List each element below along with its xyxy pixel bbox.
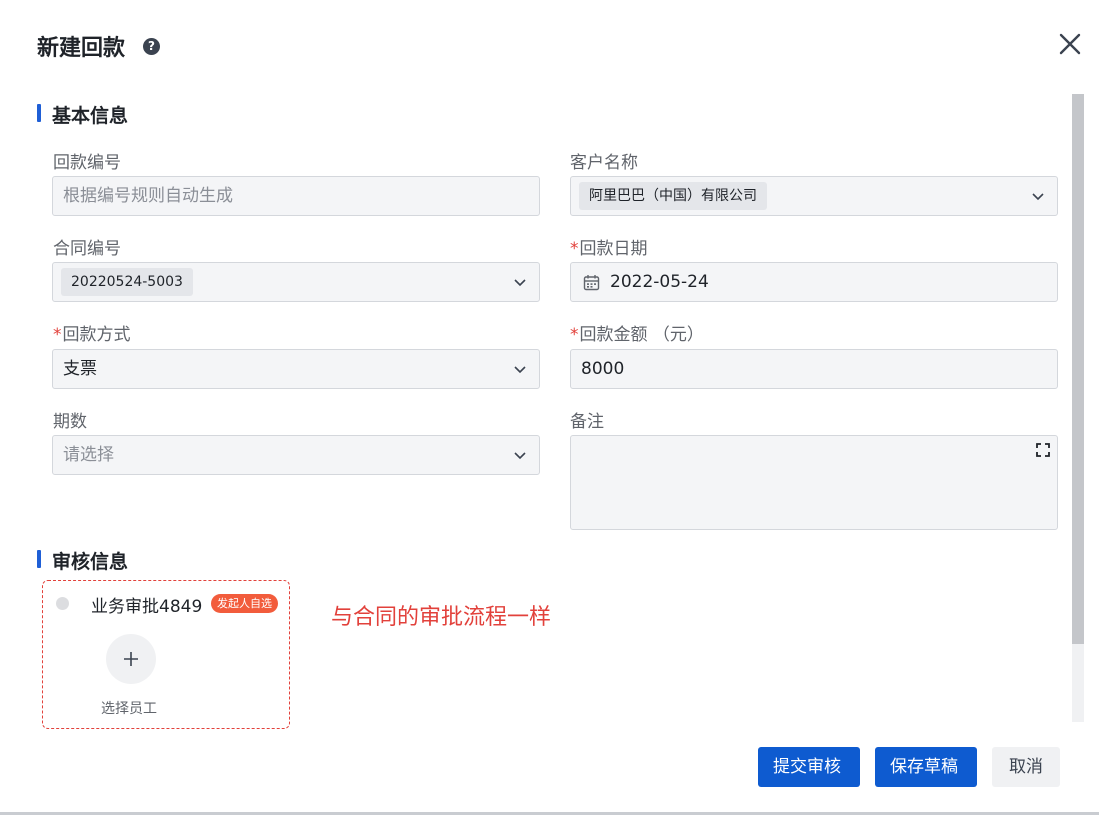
payment-method-label: *回款方式	[53, 320, 131, 345]
payment-method-value: 支票	[63, 359, 97, 379]
payment-method-label-text: 回款方式	[62, 325, 131, 345]
payment-amount-label: *回款金额 （元）	[570, 320, 704, 345]
approval-annotation: 与合同的审批流程一样	[331, 605, 552, 630]
section-title-approval: 审核信息	[52, 551, 129, 573]
close-icon[interactable]	[1056, 30, 1084, 58]
customer-name-label: 客户名称	[570, 153, 638, 173]
period-select[interactable]: 请选择	[52, 435, 540, 475]
remark-textarea[interactable]	[570, 435, 1058, 530]
section-accent-bar	[37, 104, 41, 122]
payment-amount-label-text: 回款金额 （元）	[579, 325, 704, 345]
contract-no-label: 合同编号	[53, 239, 121, 259]
add-employee-label: 选择员工	[101, 701, 157, 717]
approval-node-tag: 发起人自选	[211, 594, 278, 613]
cancel-button[interactable]: 取消	[992, 747, 1060, 787]
contract-no-select[interactable]: 20220524-5003	[52, 262, 540, 302]
payment-amount-input[interactable]: 8000	[570, 349, 1058, 389]
calendar-icon	[583, 275, 600, 291]
chevron-down-icon	[514, 279, 526, 287]
contract-no-tag: 20220524-5003	[61, 268, 193, 296]
payment-method-select[interactable]: 支票	[52, 349, 540, 389]
payment-date-label-text: 回款日期	[579, 239, 648, 259]
payment-date-value: 2022-05-24	[610, 272, 709, 292]
customer-name-tag: 阿里巴巴（中国）有限公司	[579, 182, 767, 210]
period-placeholder: 请选择	[63, 445, 114, 465]
approval-node-dot	[56, 597, 69, 610]
required-mark: *	[53, 325, 62, 345]
section-title-basic: 基本信息	[52, 105, 129, 127]
required-mark: *	[570, 325, 579, 345]
chevron-down-icon	[514, 366, 526, 374]
remark-label: 备注	[570, 412, 604, 432]
required-mark: *	[570, 239, 579, 259]
approval-node-name: 业务审批4849	[91, 597, 203, 617]
payment-no-label: 回款编号	[53, 153, 121, 173]
add-employee-button[interactable]	[106, 634, 156, 684]
payment-amount-value: 8000	[581, 359, 625, 379]
save-draft-button[interactable]: 保存草稿	[875, 747, 977, 787]
payment-no-placeholder: 根据编号规则自动生成	[63, 186, 233, 206]
chevron-down-icon	[514, 452, 526, 460]
customer-name-select[interactable]: 阿里巴巴（中国）有限公司	[570, 176, 1058, 216]
payment-date-picker[interactable]: 2022-05-24	[570, 262, 1058, 302]
chevron-down-icon	[1032, 193, 1044, 201]
dialog-title: 新建回款	[37, 36, 126, 61]
payment-date-label: *回款日期	[570, 234, 648, 259]
plus-icon	[124, 652, 138, 666]
scrollbar-thumb[interactable]	[1072, 94, 1084, 644]
submit-review-button[interactable]: 提交审核	[758, 747, 860, 787]
payment-no-input[interactable]: 根据编号规则自动生成	[52, 176, 540, 216]
period-label: 期数	[53, 412, 87, 432]
question-circle-icon[interactable]: ?	[143, 38, 160, 55]
expand-icon[interactable]	[1035, 442, 1051, 458]
section-accent-bar	[37, 550, 41, 568]
